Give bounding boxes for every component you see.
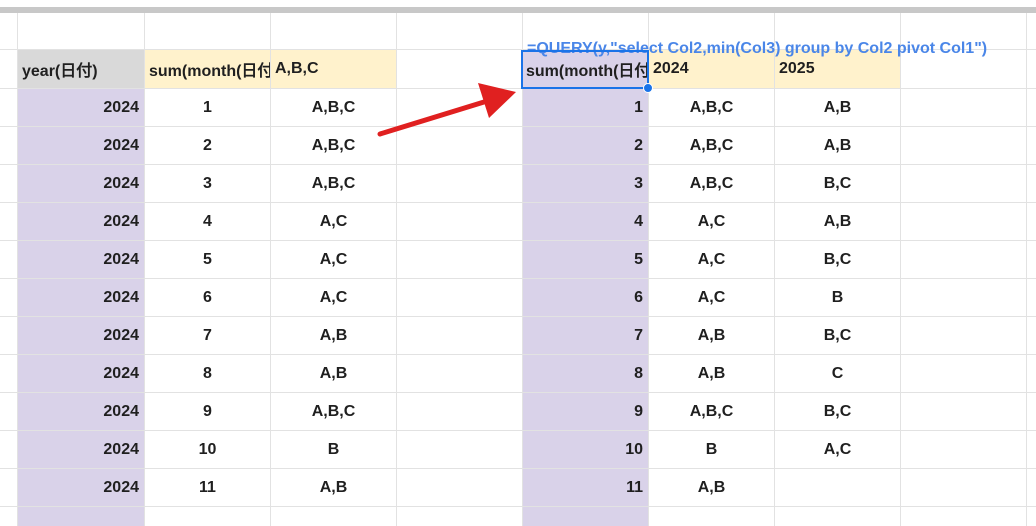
red-arrow-icon [377,83,516,137]
